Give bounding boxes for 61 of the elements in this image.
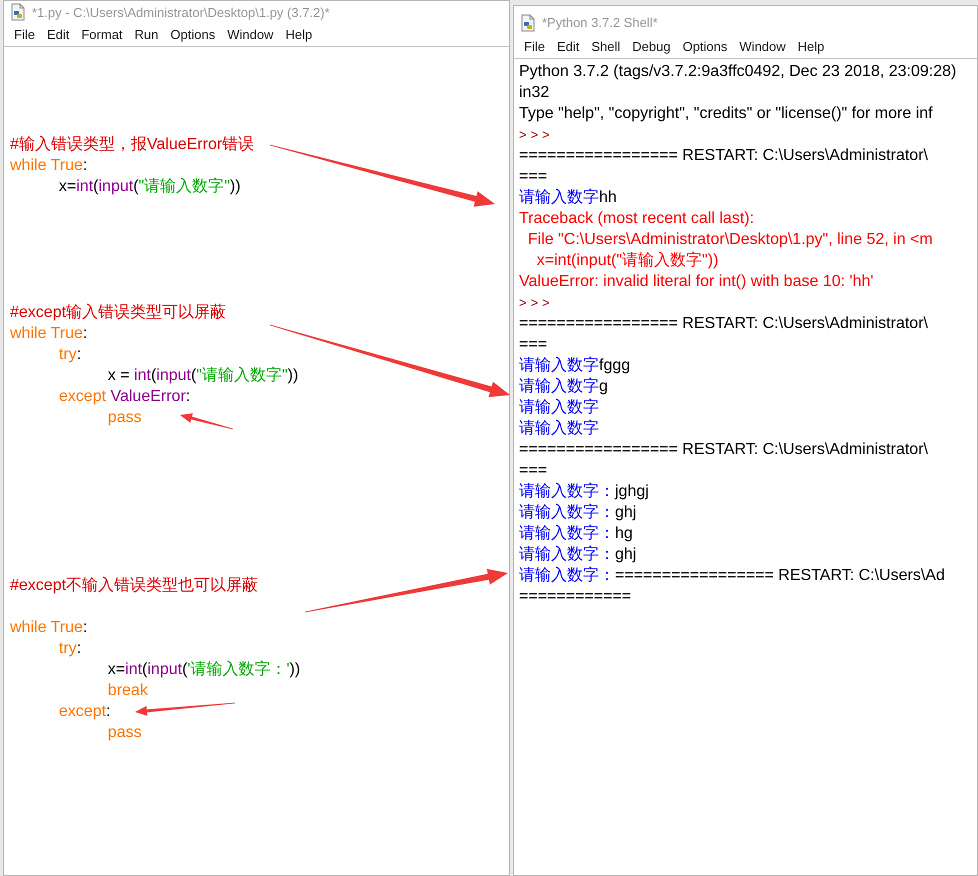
shell-line: x=int(input("请输入数字")) — [536, 250, 718, 271]
shell-line: === — [519, 461, 548, 481]
window-title: *1.py - C:\Users\Administrator\Desktop\1.py (3.7.2)* — [32, 4, 330, 20]
code-line: try: — [58, 345, 82, 365]
code-line: x=int(input('请输入数字：')) — [106, 660, 300, 680]
menu-item[interactable]: Edit — [40, 27, 76, 42]
menu-item[interactable]: Edit — [550, 39, 586, 54]
menu-item[interactable]: File — [8, 27, 41, 42]
shell-line: ============ — [519, 587, 632, 607]
code-line: while True: — [10, 618, 88, 638]
menu-item[interactable]: Options — [676, 39, 734, 54]
menu-item[interactable]: Help — [792, 39, 830, 54]
shell-line: 请输入数字 — [519, 418, 599, 439]
code-line: break — [106, 681, 148, 701]
shell-line: File "C:\Users\Administrator\Desktop\1.py", line 52, in <m — [526, 230, 933, 250]
code-line: while True: — [10, 324, 88, 344]
shell-line: >>> — [519, 126, 554, 144]
code-line: pass — [106, 723, 142, 743]
shell-line: ValueError: invalid literal for int() with base 10: 'hh' — [519, 272, 874, 292]
shell-line: 请输入数字 — [519, 398, 599, 418]
python-file-icon — [520, 14, 536, 32]
code-line: #输入错误类型，报ValueError错误 — [10, 134, 254, 155]
code-line: x = int(input("请输入数字")) — [106, 366, 298, 386]
menu-item[interactable]: Window — [221, 27, 280, 42]
shell-line: ================= RESTART: C:\Users\Administrator\ — [519, 314, 928, 334]
menu-item[interactable]: File — [518, 39, 551, 54]
code-line: x=int(input("请输入数字")) — [58, 176, 241, 197]
shell-line: Python 3.7.2 (tags/v3.7.2:9a3ffc0492, Dec 23 2018, 23:09:28) — [519, 62, 956, 82]
menu-item[interactable]: Options — [164, 27, 222, 42]
code-line: except: — [58, 702, 110, 722]
code-line: #except输入错误类型可以屏蔽 — [10, 302, 226, 323]
shell-line: === — [519, 335, 548, 355]
code-line: while True: — [10, 156, 88, 176]
shell-line: 请输入数字：ghj — [519, 544, 636, 565]
code-line: #except不输入错误类型也可以屏蔽 — [10, 576, 258, 596]
shell-line: 请输入数字：hg — [519, 524, 633, 544]
code-line: try: — [58, 639, 82, 659]
menu-item[interactable]: Shell — [585, 39, 626, 54]
shell-line: Traceback (most recent call last): — [519, 209, 754, 229]
python-file-icon — [10, 3, 26, 21]
shell-line: 请输入数字fggg — [519, 356, 630, 376]
shell-line: 请输入数字hh — [519, 188, 617, 208]
menu-item[interactable]: Run — [128, 27, 164, 42]
menu-item[interactable]: Debug — [626, 39, 677, 54]
code-line: except ValueError: — [58, 387, 190, 407]
shell-line: 请输入数字：================= RESTART: C:\Users\Ad — [519, 566, 945, 586]
code-line: pass — [106, 408, 142, 428]
shell-line: >>> — [519, 294, 554, 312]
menu-item[interactable]: Window — [733, 39, 792, 54]
menu-item[interactable]: Help — [279, 27, 318, 42]
shell-line: ================= RESTART: C:\Users\Administrator\ — [519, 440, 928, 460]
shell-line: Type "help", "copyright", "credits" or "license()" for more inf — [519, 104, 933, 124]
shell-line: 请输入数字：jghgj — [519, 482, 649, 502]
shell-line: ================= RESTART: C:\Users\Administrator\ — [519, 146, 928, 166]
window-title: *Python 3.7.2 Shell* — [542, 15, 658, 30]
menu-item[interactable]: Format — [75, 27, 129, 42]
shell-line: === — [519, 167, 548, 187]
shell-line: in32 — [519, 83, 550, 103]
annotation-arrow — [180, 413, 234, 430]
shell-line: 请输入数字：ghj — [519, 502, 636, 523]
shell-line: 请输入数字g — [519, 376, 608, 397]
